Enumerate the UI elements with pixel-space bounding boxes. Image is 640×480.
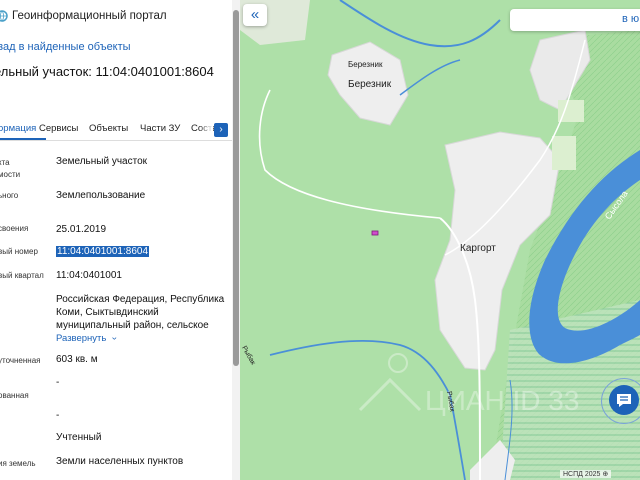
property-value: Земельный участок bbox=[56, 156, 148, 167]
back-to-results-link[interactable]: зад в найденные объекты bbox=[0, 41, 131, 53]
property-label: ьного bbox=[0, 191, 19, 200]
double-chevron-left-icon: « bbox=[250, 6, 260, 23]
property-label: ованная bbox=[0, 391, 29, 400]
map-label-village-small: Березник bbox=[348, 60, 383, 69]
tab-fade bbox=[199, 119, 213, 139]
property-value: - bbox=[56, 410, 60, 421]
selected-parcel-marker[interactable] bbox=[371, 230, 379, 236]
property-label: вый квартал bbox=[0, 271, 44, 280]
search-hint: в ю bbox=[622, 13, 640, 25]
property-value: Учтенный bbox=[56, 432, 102, 443]
cadastral-number-value[interactable]: 11:04:0401001:8604 bbox=[56, 245, 150, 258]
address-line: Российская Федерация, Республика bbox=[56, 294, 225, 305]
map-attribution: НСПД 2025 ⊕ bbox=[560, 470, 612, 478]
chevron-down-icon: › bbox=[109, 336, 121, 341]
tab-services[interactable]: Сервисы bbox=[39, 123, 78, 134]
address-line: Коми, Сыктывдинский bbox=[56, 307, 159, 318]
property-label: кта bbox=[0, 158, 10, 167]
info-panel: Геоинформационный портал зад в найденные… bbox=[0, 0, 232, 480]
property-value: Землепользование bbox=[56, 190, 146, 201]
chat-button[interactable] bbox=[609, 385, 639, 415]
property-value: 603 кв. м bbox=[56, 354, 98, 365]
property-value: 11:04:0401001 bbox=[56, 270, 122, 281]
property-label: своения bbox=[0, 224, 29, 233]
portal-title: Геоинформационный портал bbox=[12, 10, 167, 22]
address-line: муниципальный район, сельское bbox=[56, 320, 209, 331]
expand-link[interactable]: Развернуть › bbox=[56, 333, 120, 344]
map-view[interactable]: ЦИАН ID 33 Березник Березник Каргорт Сыс… bbox=[240, 0, 640, 480]
object-title: ельный участок: 11:04:0401001:8604 bbox=[0, 64, 214, 79]
property-value: 25.01.2019 bbox=[56, 224, 107, 235]
tab-information[interactable]: ормация bbox=[0, 123, 36, 134]
tab-scroll-right-button[interactable]: › bbox=[214, 123, 228, 137]
field bbox=[552, 136, 576, 170]
panel-scrollbar-thumb[interactable] bbox=[233, 10, 239, 366]
collapse-panel-button[interactable]: « bbox=[243, 4, 267, 26]
tab-objects[interactable]: Объекты bbox=[89, 123, 128, 134]
map-label-kargort: Каргорт bbox=[460, 243, 496, 254]
property-value: Земли населенных пунктов bbox=[56, 456, 184, 467]
map-search-box[interactable]: в ю bbox=[510, 9, 640, 31]
property-label: вый номер bbox=[0, 247, 38, 256]
property-label: ия земель bbox=[0, 459, 36, 468]
selected-text: 11:04:0401001:8604 bbox=[56, 246, 150, 257]
property-value: - bbox=[56, 377, 60, 388]
map-label-village: Березник bbox=[348, 79, 392, 90]
chat-icon bbox=[617, 394, 631, 407]
active-tab-indicator bbox=[0, 138, 46, 140]
expand-label: Развернуть bbox=[56, 333, 107, 344]
tab-parcel-parts[interactable]: Части ЗУ bbox=[140, 123, 180, 134]
portal-logo-icon bbox=[0, 10, 8, 22]
map-canvas[interactable]: ЦИАН ID 33 bbox=[240, 0, 640, 480]
property-label: мости bbox=[0, 170, 21, 179]
property-label: уточненная bbox=[0, 356, 41, 365]
chevron-right-icon: › bbox=[219, 124, 223, 135]
